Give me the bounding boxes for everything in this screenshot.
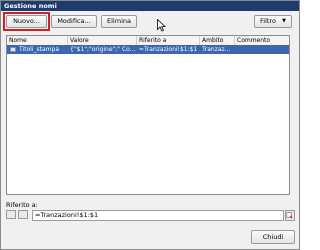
row-refers-to: =Tranzazioni!$1:$1 (139, 46, 198, 53)
row-value: {"$1";"origine";" Co... (70, 46, 136, 53)
column-header-name[interactable]: Nome (7, 36, 68, 45)
column-header-refers-to[interactable]: Riferito a (137, 36, 200, 45)
edit-button[interactable]: Modifica... (51, 15, 97, 28)
title-bar[interactable]: Gestione nomi (1, 1, 299, 11)
chevron-down-icon: ▼ (282, 18, 286, 24)
filter-label: Filtro (260, 17, 276, 25)
column-header-scope[interactable]: Ambito (200, 36, 235, 45)
close-button[interactable]: Chiudi (251, 230, 295, 244)
confirm-edit-button[interactable] (18, 210, 28, 219)
refers-to-input[interactable]: =Tranzazioni!$1:$1 (32, 210, 284, 221)
column-header-comment[interactable]: Commento (235, 36, 289, 45)
dialog-title: Gestione nomi (4, 2, 57, 10)
cancel-edit-button[interactable] (6, 210, 16, 219)
filter-button[interactable]: Filtro ▼ (254, 15, 292, 28)
collapse-dialog-button[interactable] (285, 210, 295, 221)
column-header-value[interactable]: Valore (68, 36, 137, 45)
delete-button[interactable]: Elimina (101, 15, 137, 28)
named-range-icon (10, 47, 16, 52)
names-list[interactable]: Nome Valore Riferito a Ambito Commento T… (6, 35, 290, 195)
row-scope: Tranzaz... (202, 46, 231, 53)
mouse-cursor-icon (157, 19, 166, 32)
new-button-highlight (3, 12, 50, 31)
row-name: Titoli_stampa (19, 46, 59, 53)
row-comment (235, 45, 289, 54)
refers-to-label: Riferito a: (6, 201, 38, 209)
range-select-icon (286, 212, 293, 219)
name-manager-dialog: Gestione nomi Nuovo... Modifica... Elimi… (0, 0, 300, 250)
table-row[interactable]: Titoli_stampa {"$1";"origine";" Co... =T… (7, 45, 289, 54)
